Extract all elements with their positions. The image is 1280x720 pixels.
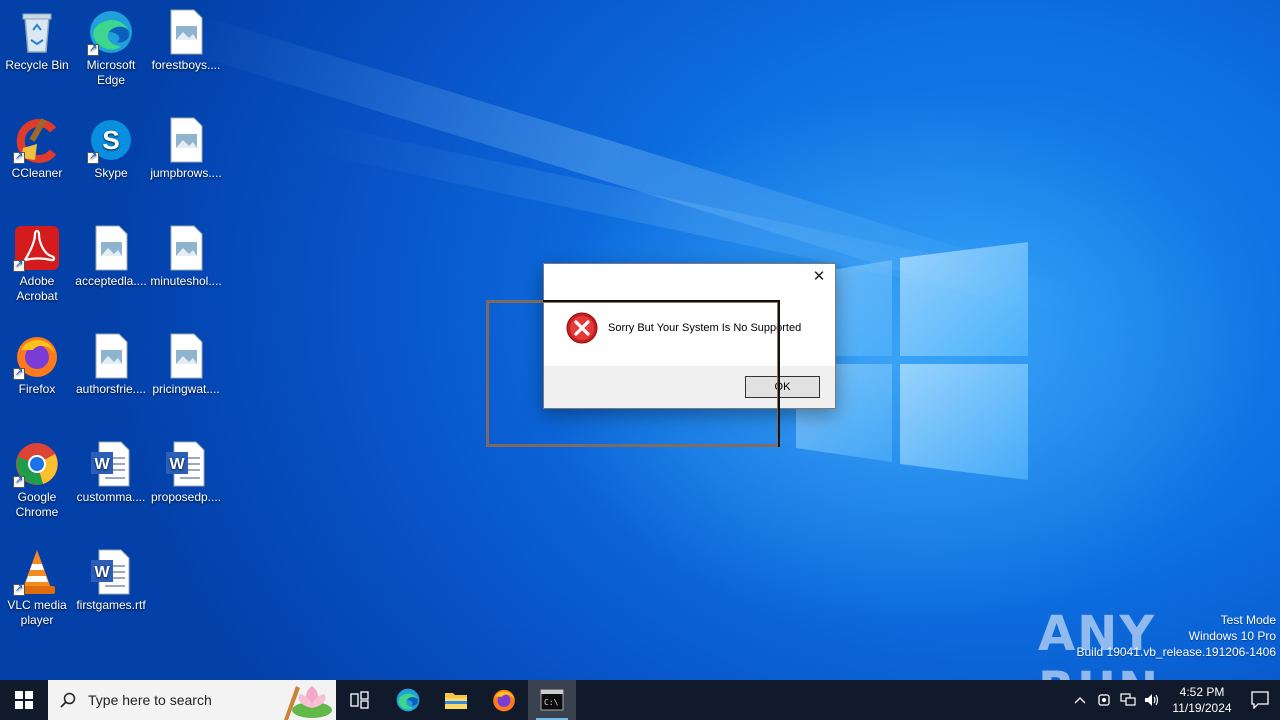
image-file-icon xyxy=(162,116,210,164)
desktop-icon-skype[interactable]: S Skype xyxy=(74,116,148,181)
overlay-window-outline-inner xyxy=(543,300,780,447)
desktop-icon-vlc[interactable]: VLC media player xyxy=(0,548,74,628)
skype-icon: S xyxy=(87,116,135,164)
word-doc-icon: W xyxy=(87,440,135,488)
desktop-icon-label: Firefox xyxy=(18,382,56,396)
vlc-icon xyxy=(13,548,61,596)
system-tray: 4:52 PM 11/19/2024 xyxy=(1068,680,1280,720)
firefox-icon xyxy=(493,689,515,712)
shortcut-arrow-icon xyxy=(13,473,25,488)
shortcut-arrow-icon xyxy=(87,149,99,164)
image-file-icon xyxy=(162,8,210,56)
chrome-icon xyxy=(13,440,61,488)
desktop-icon-label: VLC media player xyxy=(7,598,67,627)
shortcut-arrow-icon xyxy=(87,41,99,56)
image-file-icon xyxy=(162,332,210,380)
desktop-icon-label: pricingwat.... xyxy=(152,382,220,396)
desktop-icon-label: Microsoft Edge xyxy=(86,58,136,87)
taskbar-clock[interactable]: 4:52 PM 11/19/2024 xyxy=(1164,684,1240,716)
desktop-icon-jumpbrows[interactable]: jumpbrows.... xyxy=(149,116,223,181)
search-icon xyxy=(60,692,76,708)
desktop-icon-recycle-bin[interactable]: Recycle Bin xyxy=(0,8,74,73)
watermark-line-3: Build 19041.vb_release.191206-1406 xyxy=(1076,645,1277,659)
desktop-icon-firefox[interactable]: Firefox xyxy=(0,332,74,397)
desktop-icon-proposedp[interactable]: W proposedp.... xyxy=(149,440,223,505)
desktop-icon-label: customma.... xyxy=(76,490,146,504)
svg-text:S: S xyxy=(102,125,119,155)
start-button[interactable] xyxy=(0,680,48,720)
desktop-icon-acceptedla[interactable]: acceptedla.... xyxy=(74,224,148,289)
ccleaner-icon xyxy=(13,116,61,164)
svg-text:C:\: C:\ xyxy=(544,698,559,707)
desktop-icon-label: CCleaner xyxy=(11,166,63,180)
desktop-icon-pricingwat[interactable]: pricingwat.... xyxy=(149,332,223,397)
taskbar-search-box[interactable]: Type here to search xyxy=(48,680,336,720)
desktop-icon-google-chrome[interactable]: Google Chrome xyxy=(0,440,74,520)
image-file-icon xyxy=(87,332,135,380)
taskbar-firefox-button[interactable] xyxy=(480,680,528,720)
file-explorer-icon xyxy=(445,693,467,709)
desktop-icon-authorsfrie[interactable]: authorsfrie.... xyxy=(74,332,148,397)
desktop-icon-label: Recycle Bin xyxy=(5,58,69,72)
desktop-icon-label: forestboys.... xyxy=(151,58,221,72)
taskbar: Type here to search C:\ 4:52 PM 11/19/20… xyxy=(0,680,1280,720)
cmd-icon: C:\ xyxy=(540,689,564,711)
desktop-icon-minuteshol[interactable]: minuteshol.... xyxy=(149,224,223,289)
desktop-icon-adobe-acrobat[interactable]: Adobe Acrobat xyxy=(0,224,74,304)
shortcut-arrow-icon xyxy=(13,581,25,596)
svg-text:W: W xyxy=(94,564,110,581)
close-icon[interactable]: ✕ xyxy=(809,267,829,287)
desktop-icon-label: jumpbrows.... xyxy=(150,166,222,180)
notification-icon xyxy=(1251,691,1269,709)
shortcut-arrow-icon xyxy=(13,149,25,164)
action-center-button[interactable] xyxy=(1240,680,1280,720)
svg-text:W: W xyxy=(94,456,110,473)
shortcut-arrow-icon xyxy=(13,365,25,380)
desktop: Recycle Bin Microsoft Edge forestboys...… xyxy=(0,0,1280,680)
desktop-icon-label: Skype xyxy=(94,166,128,180)
acrobat-icon xyxy=(13,224,61,272)
image-file-icon xyxy=(87,224,135,272)
word-doc-icon: W xyxy=(162,440,210,488)
network-icon[interactable] xyxy=(1116,680,1140,720)
desktop-icon-label: Google Chrome xyxy=(15,490,59,519)
edge-icon xyxy=(396,688,420,712)
svg-text:W: W xyxy=(169,456,185,473)
taskbar-cmd-button[interactable]: C:\ xyxy=(528,680,576,720)
word-doc-icon: W xyxy=(87,548,135,596)
firefox-icon xyxy=(13,332,61,380)
tray-app-icon[interactable] xyxy=(1092,680,1116,720)
desktop-icon-label: minuteshol.... xyxy=(150,274,222,288)
test-mode-watermark: Test Mode Windows 10 Pro Build 19041.vb_… xyxy=(1077,612,1280,660)
desktop-icon-label: proposedp.... xyxy=(150,490,222,504)
image-file-icon xyxy=(162,224,210,272)
desktop-icon-ccleaner[interactable]: CCleaner xyxy=(0,116,74,181)
edge-icon xyxy=(87,8,135,56)
search-highlight-lotus-icon xyxy=(284,686,332,720)
clock-date: 11/19/2024 xyxy=(1172,701,1232,715)
show-hidden-icons-chevron-icon[interactable] xyxy=(1068,680,1092,720)
desktop-icon-label: Adobe Acrobat xyxy=(16,274,58,303)
search-placeholder: Type here to search xyxy=(88,692,212,708)
desktop-icon-label: firstgames.rtf xyxy=(76,598,146,612)
taskbar-edge-button[interactable] xyxy=(384,680,432,720)
windows-start-icon xyxy=(15,691,33,709)
desktop-icon-forestboys[interactable]: forestboys.... xyxy=(149,8,223,73)
taskbar-file-explorer-button[interactable] xyxy=(432,680,480,720)
desktop-icon-label: acceptedla.... xyxy=(75,274,147,288)
watermark-line-1: Test Mode xyxy=(1220,613,1276,627)
clock-time: 4:52 PM xyxy=(1179,685,1225,699)
desktop-icon-firstgames[interactable]: W firstgames.rtf xyxy=(74,548,148,613)
desktop-icon-customma[interactable]: W customma.... xyxy=(74,440,148,505)
desktop-icon-edge[interactable]: Microsoft Edge xyxy=(74,8,148,88)
recycle-bin-icon xyxy=(13,8,61,56)
desktop-icon-label: authorsfrie.... xyxy=(75,382,147,396)
task-view-icon xyxy=(350,691,369,709)
volume-icon[interactable] xyxy=(1140,680,1164,720)
task-view-button[interactable] xyxy=(336,680,384,720)
watermark-line-2: Windows 10 Pro xyxy=(1188,629,1276,643)
shortcut-arrow-icon xyxy=(13,257,25,272)
